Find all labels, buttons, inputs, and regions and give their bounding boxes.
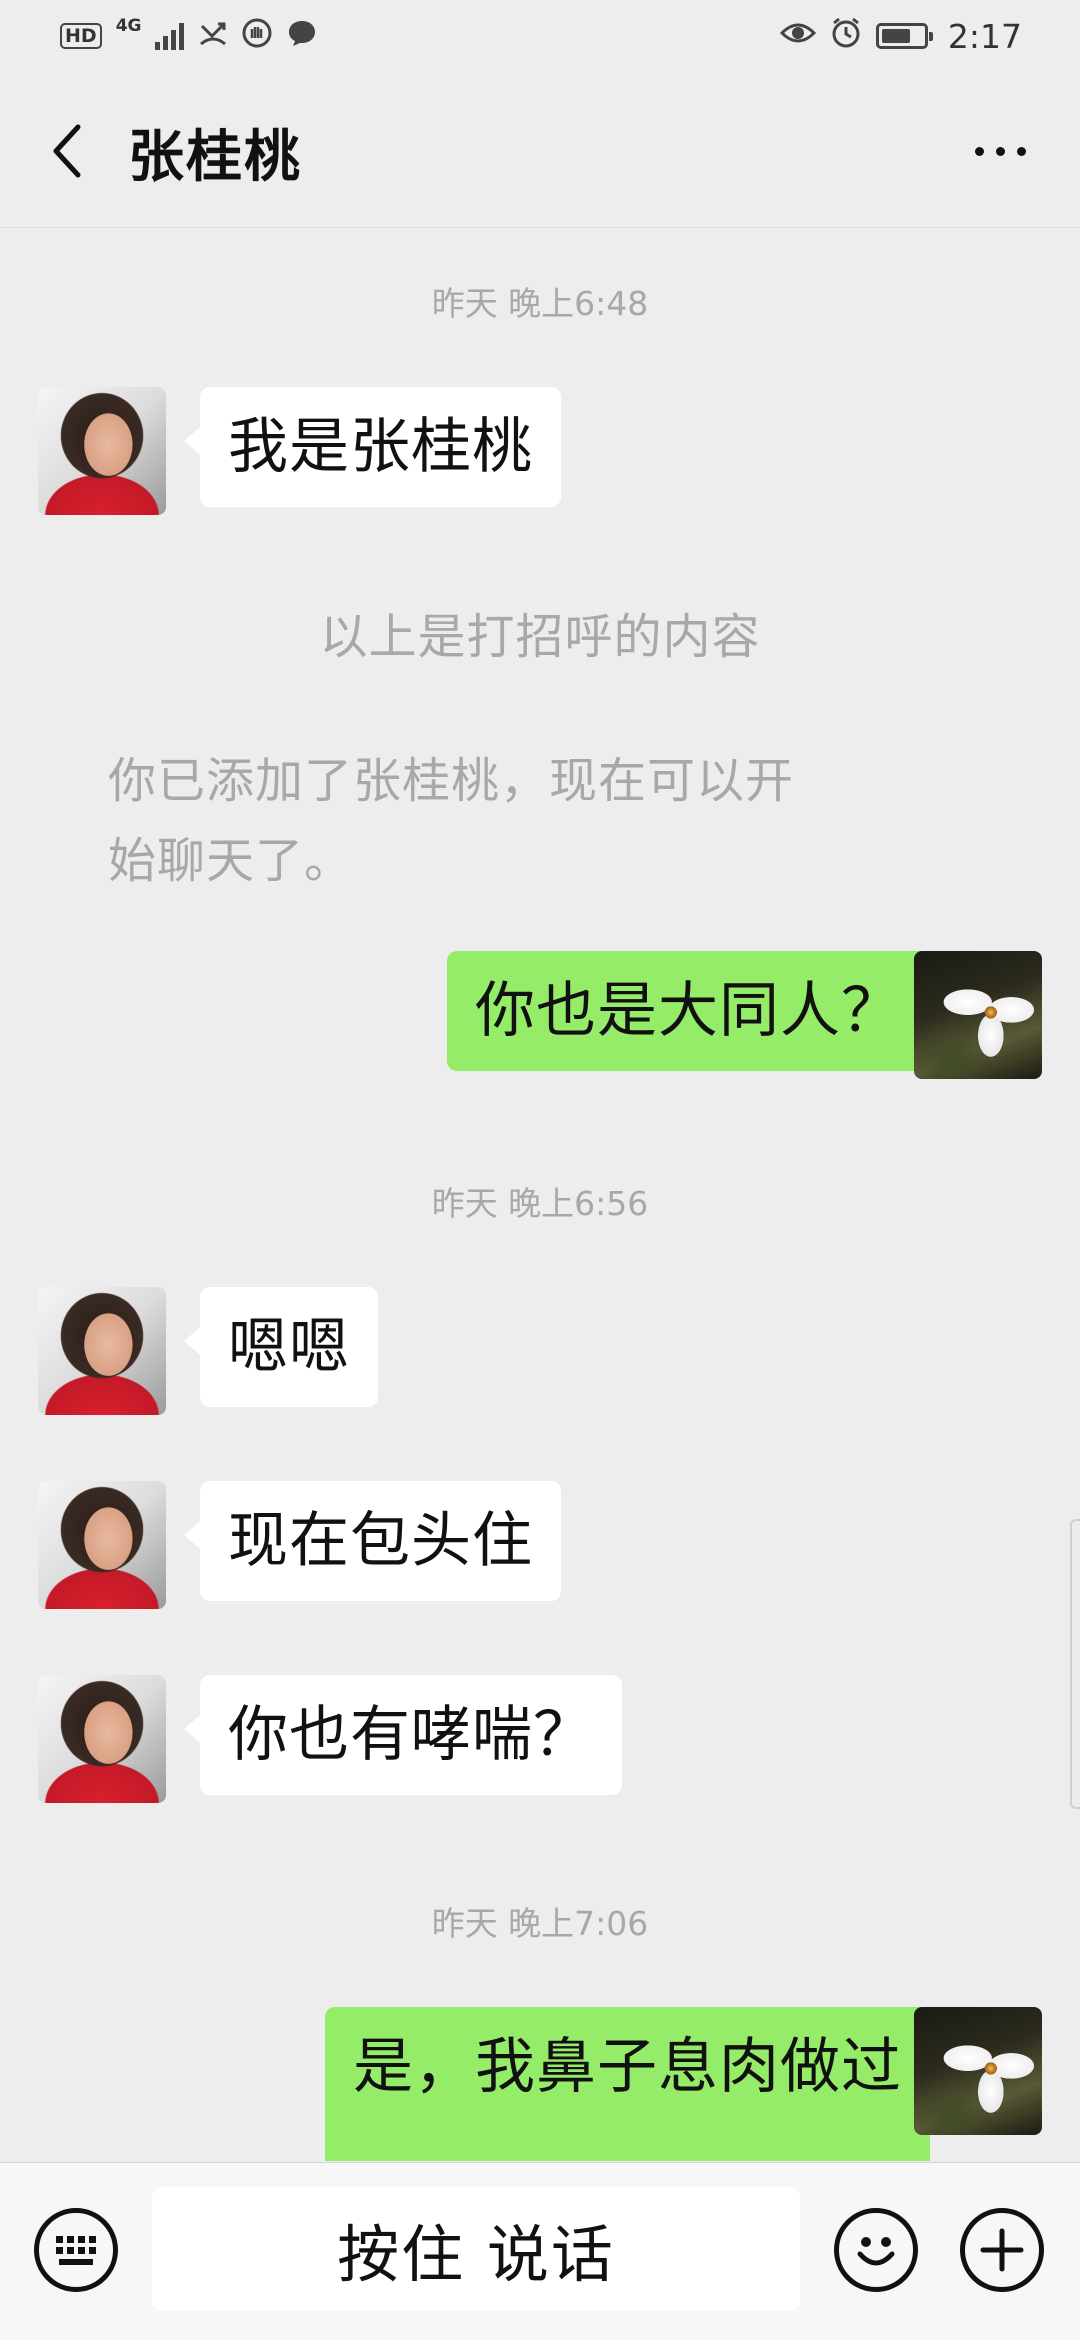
timestamp: 昨天 晚上6:48 (431, 284, 649, 323)
battery-icon (875, 23, 933, 49)
sent-message[interactable]: 是，我鼻子息肉做过 (325, 2007, 946, 2161)
keyboard-icon (56, 2235, 96, 2265)
more-dot (974, 146, 984, 156)
emoji-button[interactable] (834, 2208, 918, 2292)
missed-call-icon (198, 18, 228, 54)
contact-avatar[interactable] (38, 1675, 166, 1803)
chat-header: 张桂桃 (0, 72, 1080, 228)
more-dot (1016, 146, 1026, 156)
network-type: 4G (115, 16, 142, 36)
page-title: 张桂桃 (128, 125, 302, 190)
my-avatar[interactable] (914, 951, 1042, 1079)
my-avatar[interactable] (914, 2007, 1042, 2135)
contact-avatar[interactable] (38, 387, 166, 515)
clock: 2:17 (947, 16, 1022, 56)
hold-to-talk-button[interactable]: 按住 说话 (152, 2187, 800, 2311)
received-message[interactable]: 我是张桂桃 (184, 387, 561, 507)
more-options-button[interactable] (960, 126, 1040, 176)
scrollbar[interactable] (1070, 1519, 1080, 1809)
alarm-icon (830, 17, 862, 55)
system-message: 你已添加了张桂桃，现在可以开 (108, 753, 795, 809)
more-dot (995, 146, 1005, 156)
more-functions-button[interactable] (960, 2208, 1044, 2292)
sent-message[interactable]: 你也是大同人？ (447, 951, 946, 1071)
hand-icon (242, 18, 272, 54)
eye-icon (779, 19, 817, 53)
system-message: 始聊天了。 (108, 833, 354, 889)
chevron-left-icon (53, 124, 81, 178)
keyboard-toggle-button[interactable] (34, 2208, 118, 2292)
timestamp: 昨天 晚上7:06 (431, 1904, 649, 1943)
plus-icon (980, 2228, 1024, 2272)
received-message[interactable]: 你也有哮喘？ (184, 1675, 622, 1795)
signal-icon (155, 22, 185, 50)
contact-avatar[interactable] (38, 1287, 166, 1415)
back-button[interactable] (38, 116, 98, 186)
system-message: 以上是打招呼的内容 (319, 609, 761, 665)
received-message[interactable]: 嗯嗯 (184, 1287, 378, 1407)
smiley-icon (857, 2237, 895, 2266)
contact-avatar[interactable] (38, 1481, 166, 1609)
hd-badge: HD (60, 23, 102, 49)
timestamp: 昨天 晚上6:56 (431, 1184, 649, 1223)
status-left: HD 4G (60, 18, 318, 54)
chat-area[interactable]: 昨天 晚上6:48 我是张桂桃 以上是打招呼的内容 你已添加了张桂桃，现在可以开… (0, 229, 1080, 2161)
battery-fill (881, 29, 910, 43)
status-right: 2:17 (779, 16, 1022, 56)
input-bar: 按住 说话 (0, 2162, 1080, 2340)
status-bar: HD 4G 2:17 (0, 0, 1080, 72)
received-message[interactable]: 现在包头住 (184, 1481, 561, 1601)
message-icon (286, 18, 318, 54)
